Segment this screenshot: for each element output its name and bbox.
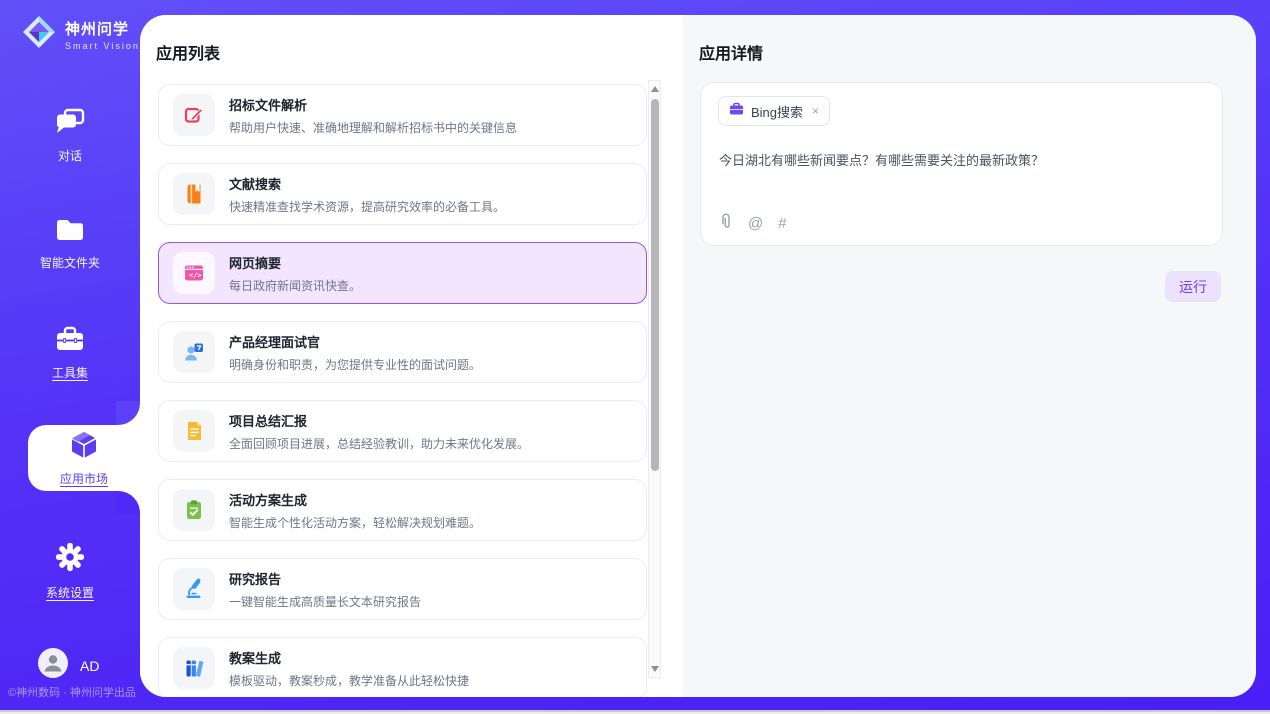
- summary-doc-icon: [173, 410, 215, 452]
- sidebar-item-label: 应用市场: [60, 470, 108, 487]
- app-card-title: 教案生成: [229, 648, 469, 667]
- scroll-up-arrow-icon[interactable]: [651, 86, 659, 92]
- attachment-toolbar: @ #: [719, 213, 787, 234]
- run-button[interactable]: 运行: [1165, 271, 1221, 302]
- diamond-logo-icon: [20, 13, 58, 56]
- app-card-desc: 一键智能生成高质量长文本研究报告: [229, 593, 421, 610]
- app-card-research-report[interactable]: 研究报告 一键智能生成高质量长文本研究报告: [158, 558, 647, 620]
- app-card-title: 活动方案生成: [229, 490, 481, 509]
- clipboard-check-icon: [173, 489, 215, 531]
- app-card-desc: 帮助用户快速、准确地理解和解析招标书中的关键信息: [229, 119, 517, 136]
- copyright-text: ©神州数码 · 神州问学出品: [8, 684, 140, 700]
- hash-icon[interactable]: #: [778, 215, 786, 232]
- user-account[interactable]: AD: [38, 648, 99, 683]
- sidebar-item-label: 对话: [58, 147, 82, 164]
- app-detail-title: 应用详情: [699, 40, 763, 64]
- sidebar-item-smart-folder[interactable]: 智能文件夹: [0, 218, 140, 271]
- cube-icon: [68, 429, 100, 466]
- scrollbar[interactable]: [648, 80, 661, 678]
- svg-text:</>: </>: [189, 272, 202, 280]
- tool-chip-label: Bing搜索: [751, 102, 803, 121]
- app-card-project-summary[interactable]: 项目总结汇报 全面回顾项目进展，总结经验教训，助力未来优化发展。: [158, 400, 647, 462]
- app-card-title: 项目总结汇报: [229, 411, 529, 430]
- app-detail-section: 应用详情 Bing搜索 × 今日湖北有哪些新闻要点？有哪些需要关注的最新政策？: [683, 15, 1256, 697]
- scrollbar-thumb[interactable]: [651, 99, 659, 471]
- prompt-card: Bing搜索 × 今日湖北有哪些新闻要点？有哪些需要关注的最新政策？ @ #: [700, 82, 1223, 246]
- chip-close-icon[interactable]: ×: [812, 104, 819, 118]
- chat-icon: [55, 108, 85, 140]
- sidebar: 神州问学 Smart Vision 对话 智能文件夹: [0, 0, 140, 714]
- sidebar-item-app-market[interactable]: 应用市场: [28, 425, 140, 491]
- user-label: AD: [80, 658, 99, 674]
- books-icon: [173, 647, 215, 689]
- brand-name: 神州问学: [65, 18, 140, 39]
- app-card-literature-search[interactable]: 文献搜索 快速精准查找学术资源，提高研究效率的必备工具。: [158, 163, 647, 225]
- brand-subtitle: Smart Vision: [65, 41, 140, 51]
- briefcase-icon: [729, 102, 744, 121]
- app-card-desc: 快速精准查找学术资源，提高研究效率的必备工具。: [229, 198, 505, 215]
- app-card-desc: 明确身份和职责，为您提供专业性的面试问题。: [229, 356, 481, 373]
- book-icon: [173, 173, 215, 215]
- tool-chip-bing-search[interactable]: Bing搜索 ×: [718, 96, 830, 126]
- folder-icon: [55, 218, 85, 247]
- briefcase-icon: [55, 326, 85, 357]
- microscope-icon: [173, 568, 215, 610]
- avatar: [38, 648, 68, 683]
- sidebar-item-chat[interactable]: 对话: [0, 108, 140, 164]
- app-card-title: 文献搜索: [229, 174, 505, 193]
- app-card-web-summary-selected[interactable]: </> 网页摘要 每日政府新闻资讯快查。: [158, 242, 647, 304]
- web-code-icon: </>: [173, 252, 215, 294]
- scroll-down-arrow-icon[interactable]: [651, 666, 659, 672]
- app-card-desc: 每日政府新闻资讯快查。: [229, 277, 361, 294]
- at-icon[interactable]: @: [748, 215, 763, 232]
- window-bottom-edge: [0, 710, 1270, 714]
- tender-edit-icon: [173, 94, 215, 136]
- sidebar-item-label: 工具集: [52, 364, 88, 381]
- sidebar-item-settings[interactable]: 系统设置: [0, 542, 140, 601]
- interviewer-icon: [173, 331, 215, 373]
- app-list: 招标文件解析 帮助用户快速、准确地理解和解析招标书中的关键信息 文献搜索 快速精…: [158, 84, 647, 697]
- brand-logo: 神州问学 Smart Vision: [20, 13, 140, 56]
- sidebar-item-label: 系统设置: [46, 584, 94, 601]
- app-card-title: 产品经理面试官: [229, 332, 481, 351]
- sidebar-item-toolset[interactable]: 工具集: [0, 326, 140, 381]
- app-list-section: 应用列表 招标文件解析 帮助用户快速、准确地理解和解析招标书中的关键信息: [140, 15, 683, 697]
- app-card-lesson-plan[interactable]: 教案生成 模板驱动，教案秒成，教学准备从此轻松快捷: [158, 637, 647, 697]
- app-card-title: 网页摘要: [229, 253, 361, 272]
- bump-fillet-bottom: [116, 491, 140, 515]
- app-card-pm-interviewer[interactable]: 产品经理面试官 明确身份和职责，为您提供专业性的面试问题。: [158, 321, 647, 383]
- bump-fillet-top: [116, 401, 140, 425]
- app-card-desc: 全面回顾项目进展，总结经验教训，助力未来优化发展。: [229, 435, 529, 452]
- sidebar-item-label: 智能文件夹: [40, 254, 100, 271]
- app-card-desc: 智能生成个性化活动方案，轻松解决规划难题。: [229, 514, 481, 531]
- app-card-title: 招标文件解析: [229, 95, 517, 114]
- app-card-desc: 模板驱动，教案秒成，教学准备从此轻松快捷: [229, 672, 469, 689]
- app-card-activity-plan[interactable]: 活动方案生成 智能生成个性化活动方案，轻松解决规划难题。: [158, 479, 647, 541]
- app-card-title: 研究报告: [229, 569, 421, 588]
- main-panel: 应用列表 招标文件解析 帮助用户快速、准确地理解和解析招标书中的关键信息: [140, 15, 1256, 697]
- prompt-question-text[interactable]: 今日湖北有哪些新闻要点？有哪些需要关注的最新政策？: [719, 151, 1199, 171]
- paperclip-icon[interactable]: [719, 213, 733, 234]
- app-list-title: 应用列表: [156, 40, 220, 64]
- app-card-tender-parse[interactable]: 招标文件解析 帮助用户快速、准确地理解和解析招标书中的关键信息: [158, 84, 647, 146]
- gear-icon: [55, 542, 85, 577]
